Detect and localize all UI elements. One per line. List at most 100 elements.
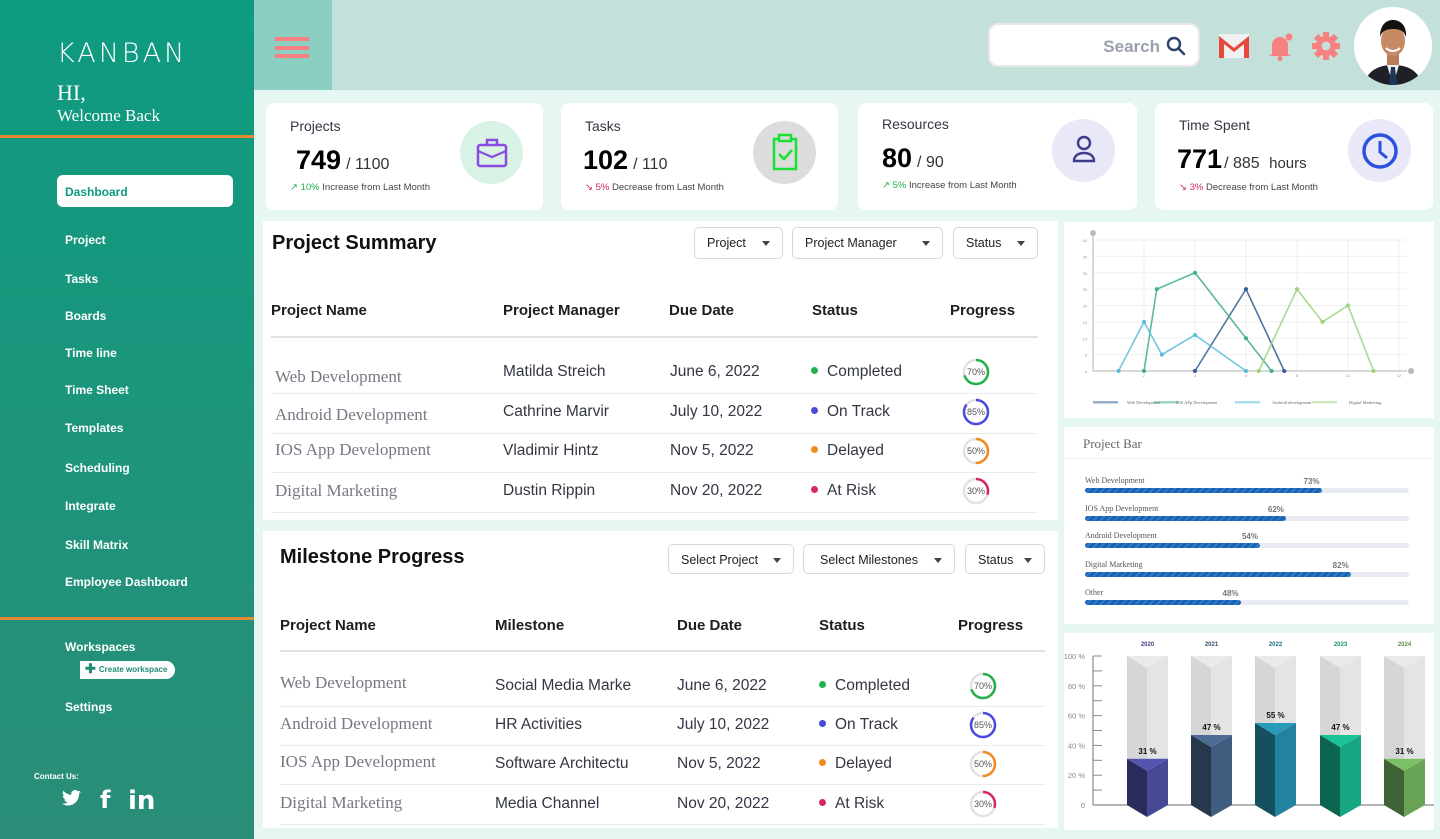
project-summary-panel: Project Summary Project Project Manager … [263, 221, 1058, 520]
ring-label: 70% [974, 681, 992, 691]
status-label: On Track [827, 403, 890, 420]
sidebar-item-project[interactable]: Project [65, 233, 106, 247]
bar-face-right [1340, 734, 1361, 817]
data-point [1256, 369, 1261, 373]
column-header[interactable]: Progress [950, 302, 1015, 319]
column-header[interactable]: Progress [958, 617, 1023, 634]
sidebar-item-dashboard[interactable]: Dashboard [57, 175, 233, 207]
clipboard-icon-badge [753, 121, 816, 184]
series-line [1258, 287, 1375, 372]
create-workspace-button[interactable]: ✚ Create workspace [80, 661, 175, 679]
sidebar-item-skill-matrix[interactable]: Skill Matrix [65, 538, 128, 552]
status-filter-dropdown[interactable]: Status [965, 544, 1045, 574]
stat-card-resources[interactable]: Resources 80/ 90 ↗ 5% Increase from Last… [858, 103, 1137, 210]
stat-card-projects[interactable]: Projects 749/ 1100 ↗ 10% Increase from L… [266, 103, 543, 210]
column-header[interactable]: Due Date [669, 302, 734, 319]
sidebar-item-boards[interactable]: Boards [65, 309, 106, 323]
stat-trend: ↘ 3% Decrease from Last Month [1179, 182, 1318, 193]
search-input[interactable]: Search [988, 23, 1200, 67]
manager-cell: Vladimir Hintz [503, 442, 599, 459]
status-cell: At Risk [811, 482, 876, 500]
status-cell: At Risk [819, 795, 884, 813]
column-header[interactable]: Status [819, 617, 865, 634]
column-header[interactable]: Milestone [495, 617, 564, 634]
caret-down-icon [1024, 558, 1032, 563]
ring-label: 30% [967, 486, 985, 496]
app-logo: KANBAN [57, 38, 188, 69]
project-name-cell: Digital Marketing [275, 481, 398, 500]
gmail-icon[interactable] [1218, 33, 1250, 59]
sidebar-item-settings[interactable]: Settings [65, 700, 112, 714]
stat-total: / 110 [633, 156, 668, 173]
y-tick-label: 5 [1085, 353, 1088, 358]
column-header[interactable]: Project Name [271, 302, 367, 319]
status-cell: Completed [819, 677, 910, 695]
bar-fill [1085, 488, 1322, 493]
bar-value-label: 73% [1303, 477, 1320, 486]
ring-label: 85% [974, 720, 992, 730]
avatar[interactable] [1354, 7, 1432, 85]
progress-ring: 30% [962, 477, 990, 505]
select-project-dropdown[interactable]: Select Project [668, 544, 794, 574]
panel-title: Milestone Progress [280, 546, 465, 568]
y-tick-label: 20 [1083, 304, 1088, 309]
menu-button[interactable] [254, 0, 332, 90]
linkedin-icon[interactable]: in [128, 786, 155, 816]
project-filter-dropdown[interactable]: Project [694, 227, 783, 259]
search-icon[interactable] [1166, 36, 1186, 56]
stat-card-tasks[interactable]: Tasks 102/ 110 ↘ 5% Decrease from Last M… [561, 103, 838, 210]
stat-value-wrap: 80/ 90 [882, 143, 944, 174]
divider [0, 135, 254, 138]
select-milestones-dropdown[interactable]: Select Milestones [803, 544, 955, 574]
due-date-cell: Nov 5, 2022 [677, 755, 761, 772]
sidebar-item-timeline[interactable]: Time line [65, 346, 117, 360]
x-tick-label: 8 [1296, 373, 1299, 378]
x-tick-label: 4 [1194, 373, 1197, 378]
status-dot-icon [811, 367, 818, 374]
stat-value-wrap: 749/ 1100 [296, 145, 389, 176]
stat-trend: ↘ 5% Decrease from Last Month [585, 182, 724, 193]
sidebar: KANBAN HI, Welcome Back Dashboard Projec… [0, 0, 254, 839]
caret-down-icon [1017, 241, 1025, 246]
bell-icon[interactable] [1264, 30, 1296, 62]
status-filter-dropdown[interactable]: Status [953, 227, 1038, 259]
sidebar-item-templates[interactable]: Templates [65, 421, 123, 435]
x-tick-label: 12 [1397, 373, 1402, 378]
stat-trend: ↗ 5% Increase from Last Month [882, 180, 1017, 191]
manager-filter-dropdown[interactable]: Project Manager [792, 227, 943, 259]
column-header[interactable]: Due Date [677, 617, 742, 634]
column-header[interactable]: Status [812, 302, 858, 319]
status-label: At Risk [827, 482, 877, 499]
column-header[interactable]: Project Manager [503, 302, 620, 319]
bar-value-label: 48% [1222, 589, 1239, 598]
yearly-bar-panel: 0 20 % 40 % 60 % 80 % 100 % 2020 31 % 2021 47 % 20… [1064, 633, 1434, 830]
stat-card-time-spent[interactable]: Time Spent 771/ 885 hours ↘ 3% Decrease … [1155, 103, 1433, 210]
sidebar-item-scheduling[interactable]: Scheduling [65, 461, 130, 475]
data-point [1282, 369, 1287, 373]
stat-title: Time Spent [1179, 117, 1251, 133]
gear-icon[interactable] [1310, 30, 1342, 62]
status-dot-icon [811, 446, 818, 453]
data-point [1193, 369, 1197, 373]
facebook-icon[interactable]: f [100, 786, 110, 814]
y-tick-label: 0 [1081, 801, 1085, 810]
stat-value: 749 [296, 145, 342, 175]
year-label: 2024 [1398, 642, 1412, 648]
chart-title: Project Bar [1083, 436, 1142, 451]
stat-total: / 1100 [346, 156, 390, 173]
dropdown-label: Status [966, 236, 1002, 250]
sidebar-item-timesheet[interactable]: Time Sheet [65, 383, 129, 397]
x-tick-label: 2 [1143, 373, 1146, 378]
status-label: Completed [835, 677, 910, 694]
bar-fill [1085, 543, 1260, 548]
divider [0, 617, 254, 620]
sidebar-item-employee-dashboard[interactable]: Employee Dashboard [65, 575, 188, 589]
y-tick-label: 30 [1083, 271, 1088, 276]
sidebar-item-integrate[interactable]: Integrate [65, 499, 116, 513]
stat-unit: hours [1269, 155, 1307, 172]
column-header[interactable]: Project Name [280, 617, 376, 634]
twitter-icon[interactable] [62, 790, 81, 811]
sidebar-item-workspaces[interactable]: Workspaces [65, 640, 135, 654]
bar-value-label: 31 % [1395, 747, 1413, 756]
sidebar-item-tasks[interactable]: Tasks [65, 272, 98, 286]
